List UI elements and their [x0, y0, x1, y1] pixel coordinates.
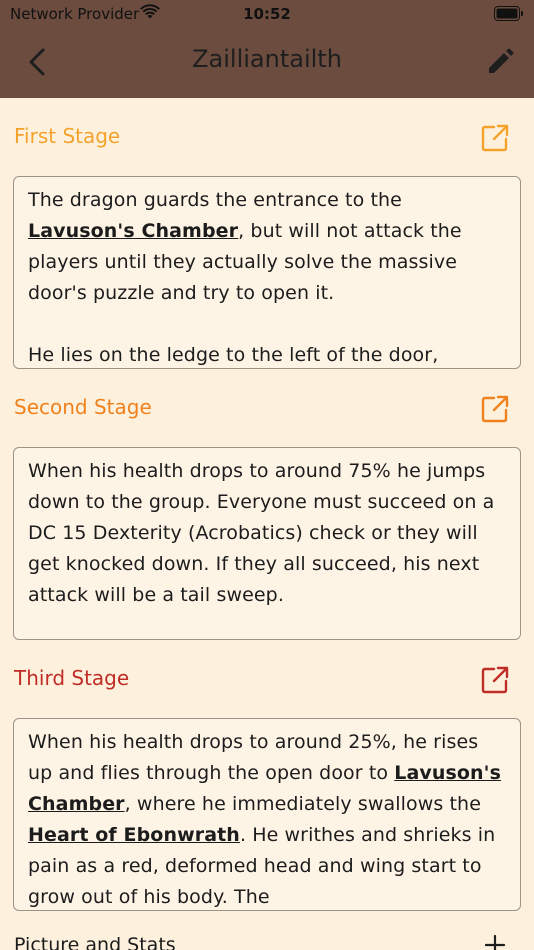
link-heart-of-ebonwrath[interactable]: Heart of Ebonwrath [28, 824, 240, 846]
stage-title-second: Second Stage [14, 395, 152, 419]
nav-bar: Network Provider 10:52 Zailliantailth [0, 0, 534, 98]
edit-pencil-icon[interactable] [484, 46, 516, 78]
stage-text-third[interactable]: When his health drops to around 25%, he … [13, 718, 521, 911]
plus-icon[interactable] [484, 934, 506, 950]
clock: 10:52 [243, 5, 291, 23]
status-bar: Network Provider 10:52 [0, 0, 534, 28]
open-external-icon[interactable] [480, 394, 510, 424]
stage-text-part: When his health drops to around 75% he j… [28, 460, 495, 606]
open-external-icon[interactable] [480, 123, 510, 153]
battery-icon [494, 6, 523, 21]
open-external-icon[interactable] [480, 665, 510, 695]
stage-text-part: , where he immediately swallows the [124, 793, 481, 815]
link-lavusons-chamber[interactable]: Lavuson's Chamber [28, 220, 238, 242]
stage-title-first: First Stage [14, 124, 121, 148]
stage-text-first[interactable]: The dragon guards the entrance to the La… [13, 176, 521, 369]
stage-title-third: Third Stage [14, 666, 130, 690]
section-title-picture-stats: Picture and Stats [14, 934, 176, 950]
page-title: Zailliantailth [192, 45, 342, 73]
stage-text-second[interactable]: When his health drops to around 75% he j… [13, 447, 521, 640]
stage-text-part: The dragon guards the entrance to the [28, 189, 402, 211]
stage-text-part: He lies on the ledge to the left of the … [28, 344, 439, 366]
